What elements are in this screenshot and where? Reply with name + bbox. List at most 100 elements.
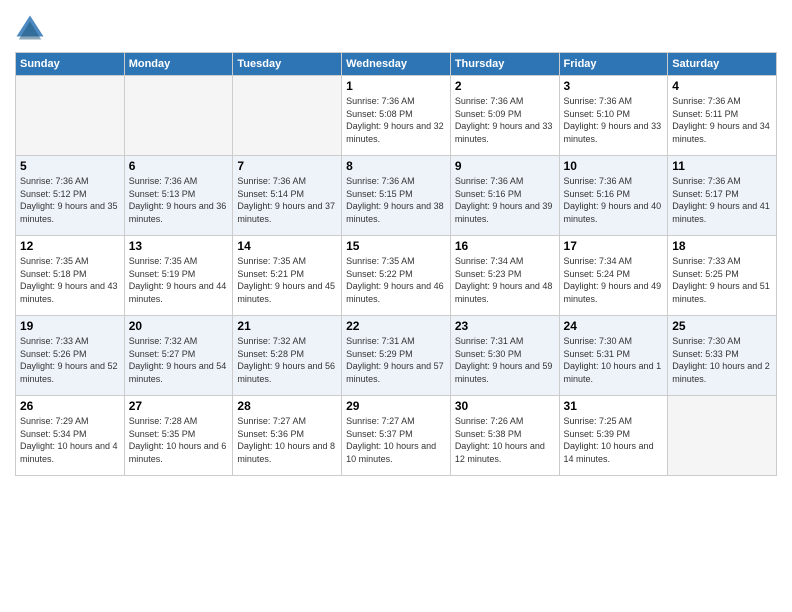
calendar-cell: 16 Sunrise: 7:34 AM Sunset: 5:23 PM Dayli… <box>450 236 559 316</box>
calendar-cell: 6 Sunrise: 7:36 AM Sunset: 5:13 PM Daylig… <box>124 156 233 236</box>
calendar-cell: 15 Sunrise: 7:35 AM Sunset: 5:22 PM Dayli… <box>342 236 451 316</box>
day-number: 21 <box>237 319 337 333</box>
calendar-cell: 30 Sunrise: 7:26 AM Sunset: 5:38 PM Dayli… <box>450 396 559 476</box>
day-info: Sunrise: 7:31 AM Sunset: 5:29 PM Dayligh… <box>346 335 446 385</box>
calendar-cell: 26 Sunrise: 7:29 AM Sunset: 5:34 PM Dayli… <box>16 396 125 476</box>
day-number: 24 <box>564 319 664 333</box>
calendar-cell: 25 Sunrise: 7:30 AM Sunset: 5:33 PM Dayli… <box>668 316 777 396</box>
day-number: 13 <box>129 239 229 253</box>
day-number: 26 <box>20 399 120 413</box>
weekday-header-saturday: Saturday <box>668 53 777 76</box>
calendar-cell: 12 Sunrise: 7:35 AM Sunset: 5:18 PM Dayli… <box>16 236 125 316</box>
week-row-2: 5Sunrise: 7:36 AM Sunset: 5:12 PM Daylig… <box>16 156 777 236</box>
day-info: Sunrise: 7:32 AM Sunset: 5:27 PM Dayligh… <box>129 335 229 385</box>
day-info: Sunrise: 7:28 AM Sunset: 5:35 PM Dayligh… <box>129 415 229 465</box>
weekday-header-wednesday: Wednesday <box>342 53 451 76</box>
calendar-cell <box>124 76 233 156</box>
day-number: 2 <box>455 79 555 93</box>
day-info: Sunrise: 7:26 AM Sunset: 5:38 PM Dayligh… <box>455 415 555 465</box>
calendar-cell: 22 Sunrise: 7:31 AM Sunset: 5:29 PM Dayli… <box>342 316 451 396</box>
day-number: 31 <box>564 399 664 413</box>
calendar-cell: 27 Sunrise: 7:28 AM Sunset: 5:35 PM Dayli… <box>124 396 233 476</box>
logo-icon <box>15 14 45 44</box>
day-number: 9 <box>455 159 555 173</box>
calendar-cell: 5Sunrise: 7:36 AM Sunset: 5:12 PM Daylig… <box>16 156 125 236</box>
day-info: Sunrise: 7:35 AM Sunset: 5:18 PM Dayligh… <box>20 255 120 305</box>
day-number: 6 <box>129 159 229 173</box>
day-number: 3 <box>564 79 664 93</box>
calendar-cell: 1 Sunrise: 7:36 AM Sunset: 5:08 PM Daylig… <box>342 76 451 156</box>
day-number: 8 <box>346 159 446 173</box>
day-info: Sunrise: 7:33 AM Sunset: 5:26 PM Dayligh… <box>20 335 120 385</box>
calendar-cell: 18Sunrise: 7:33 AM Sunset: 5:25 PM Dayli… <box>668 236 777 316</box>
weekday-header-friday: Friday <box>559 53 668 76</box>
calendar-cell: 20 Sunrise: 7:32 AM Sunset: 5:27 PM Dayli… <box>124 316 233 396</box>
day-number: 12 <box>20 239 120 253</box>
day-number: 1 <box>346 79 446 93</box>
day-number: 4 <box>672 79 772 93</box>
day-number: 16 <box>455 239 555 253</box>
day-number: 27 <box>129 399 229 413</box>
day-info: Sunrise: 7:29 AM Sunset: 5:34 PM Dayligh… <box>20 415 120 465</box>
calendar-cell <box>16 76 125 156</box>
day-number: 14 <box>237 239 337 253</box>
week-row-4: 19Sunrise: 7:33 AM Sunset: 5:26 PM Dayli… <box>16 316 777 396</box>
calendar-cell: 7Sunrise: 7:36 AM Sunset: 5:14 PM Daylig… <box>233 156 342 236</box>
day-info: Sunrise: 7:36 AM Sunset: 5:11 PM Dayligh… <box>672 95 772 145</box>
calendar-cell: 8 Sunrise: 7:36 AM Sunset: 5:15 PM Daylig… <box>342 156 451 236</box>
calendar-cell: 19Sunrise: 7:33 AM Sunset: 5:26 PM Dayli… <box>16 316 125 396</box>
day-number: 30 <box>455 399 555 413</box>
day-info: Sunrise: 7:36 AM Sunset: 5:09 PM Dayligh… <box>455 95 555 145</box>
calendar-cell: 23Sunrise: 7:31 AM Sunset: 5:30 PM Dayli… <box>450 316 559 396</box>
page-container: SundayMondayTuesdayWednesdayThursdayFrid… <box>0 0 792 486</box>
calendar-cell <box>233 76 342 156</box>
day-number: 20 <box>129 319 229 333</box>
day-number: 10 <box>564 159 664 173</box>
day-info: Sunrise: 7:36 AM Sunset: 5:17 PM Dayligh… <box>672 175 772 225</box>
calendar-cell: 3 Sunrise: 7:36 AM Sunset: 5:10 PM Daylig… <box>559 76 668 156</box>
week-row-3: 12 Sunrise: 7:35 AM Sunset: 5:18 PM Dayli… <box>16 236 777 316</box>
week-row-1: 1 Sunrise: 7:36 AM Sunset: 5:08 PM Daylig… <box>16 76 777 156</box>
day-info: Sunrise: 7:36 AM Sunset: 5:10 PM Dayligh… <box>564 95 664 145</box>
day-info: Sunrise: 7:36 AM Sunset: 5:08 PM Dayligh… <box>346 95 446 145</box>
day-number: 17 <box>564 239 664 253</box>
day-info: Sunrise: 7:35 AM Sunset: 5:21 PM Dayligh… <box>237 255 337 305</box>
calendar-cell <box>668 396 777 476</box>
weekday-header-row: SundayMondayTuesdayWednesdayThursdayFrid… <box>16 53 777 76</box>
calendar-cell: 2 Sunrise: 7:36 AM Sunset: 5:09 PM Daylig… <box>450 76 559 156</box>
day-number: 15 <box>346 239 446 253</box>
day-number: 7 <box>237 159 337 173</box>
day-info: Sunrise: 7:36 AM Sunset: 5:16 PM Dayligh… <box>564 175 664 225</box>
calendar-cell: 31Sunrise: 7:25 AM Sunset: 5:39 PM Dayli… <box>559 396 668 476</box>
day-number: 23 <box>455 319 555 333</box>
calendar-cell: 13Sunrise: 7:35 AM Sunset: 5:19 PM Dayli… <box>124 236 233 316</box>
day-info: Sunrise: 7:27 AM Sunset: 5:36 PM Dayligh… <box>237 415 337 465</box>
calendar-cell: 28 Sunrise: 7:27 AM Sunset: 5:36 PM Dayli… <box>233 396 342 476</box>
day-info: Sunrise: 7:36 AM Sunset: 5:13 PM Dayligh… <box>129 175 229 225</box>
logo <box>15 14 49 44</box>
day-info: Sunrise: 7:36 AM Sunset: 5:15 PM Dayligh… <box>346 175 446 225</box>
day-info: Sunrise: 7:34 AM Sunset: 5:24 PM Dayligh… <box>564 255 664 305</box>
header <box>15 10 777 44</box>
day-number: 28 <box>237 399 337 413</box>
day-number: 25 <box>672 319 772 333</box>
day-number: 22 <box>346 319 446 333</box>
weekday-header-thursday: Thursday <box>450 53 559 76</box>
day-info: Sunrise: 7:30 AM Sunset: 5:33 PM Dayligh… <box>672 335 772 385</box>
calendar-cell: 4 Sunrise: 7:36 AM Sunset: 5:11 PM Daylig… <box>668 76 777 156</box>
day-number: 5 <box>20 159 120 173</box>
day-info: Sunrise: 7:30 AM Sunset: 5:31 PM Dayligh… <box>564 335 664 385</box>
day-info: Sunrise: 7:32 AM Sunset: 5:28 PM Dayligh… <box>237 335 337 385</box>
day-number: 18 <box>672 239 772 253</box>
calendar-cell: 10 Sunrise: 7:36 AM Sunset: 5:16 PM Dayli… <box>559 156 668 236</box>
day-info: Sunrise: 7:27 AM Sunset: 5:37 PM Dayligh… <box>346 415 446 465</box>
day-info: Sunrise: 7:35 AM Sunset: 5:22 PM Dayligh… <box>346 255 446 305</box>
calendar-cell: 21 Sunrise: 7:32 AM Sunset: 5:28 PM Dayli… <box>233 316 342 396</box>
day-info: Sunrise: 7:34 AM Sunset: 5:23 PM Dayligh… <box>455 255 555 305</box>
calendar-cell: 29Sunrise: 7:27 AM Sunset: 5:37 PM Dayli… <box>342 396 451 476</box>
calendar-table: SundayMondayTuesdayWednesdayThursdayFrid… <box>15 52 777 476</box>
weekday-header-sunday: Sunday <box>16 53 125 76</box>
weekday-header-monday: Monday <box>124 53 233 76</box>
week-row-5: 26 Sunrise: 7:29 AM Sunset: 5:34 PM Dayli… <box>16 396 777 476</box>
calendar-cell: 14 Sunrise: 7:35 AM Sunset: 5:21 PM Dayli… <box>233 236 342 316</box>
